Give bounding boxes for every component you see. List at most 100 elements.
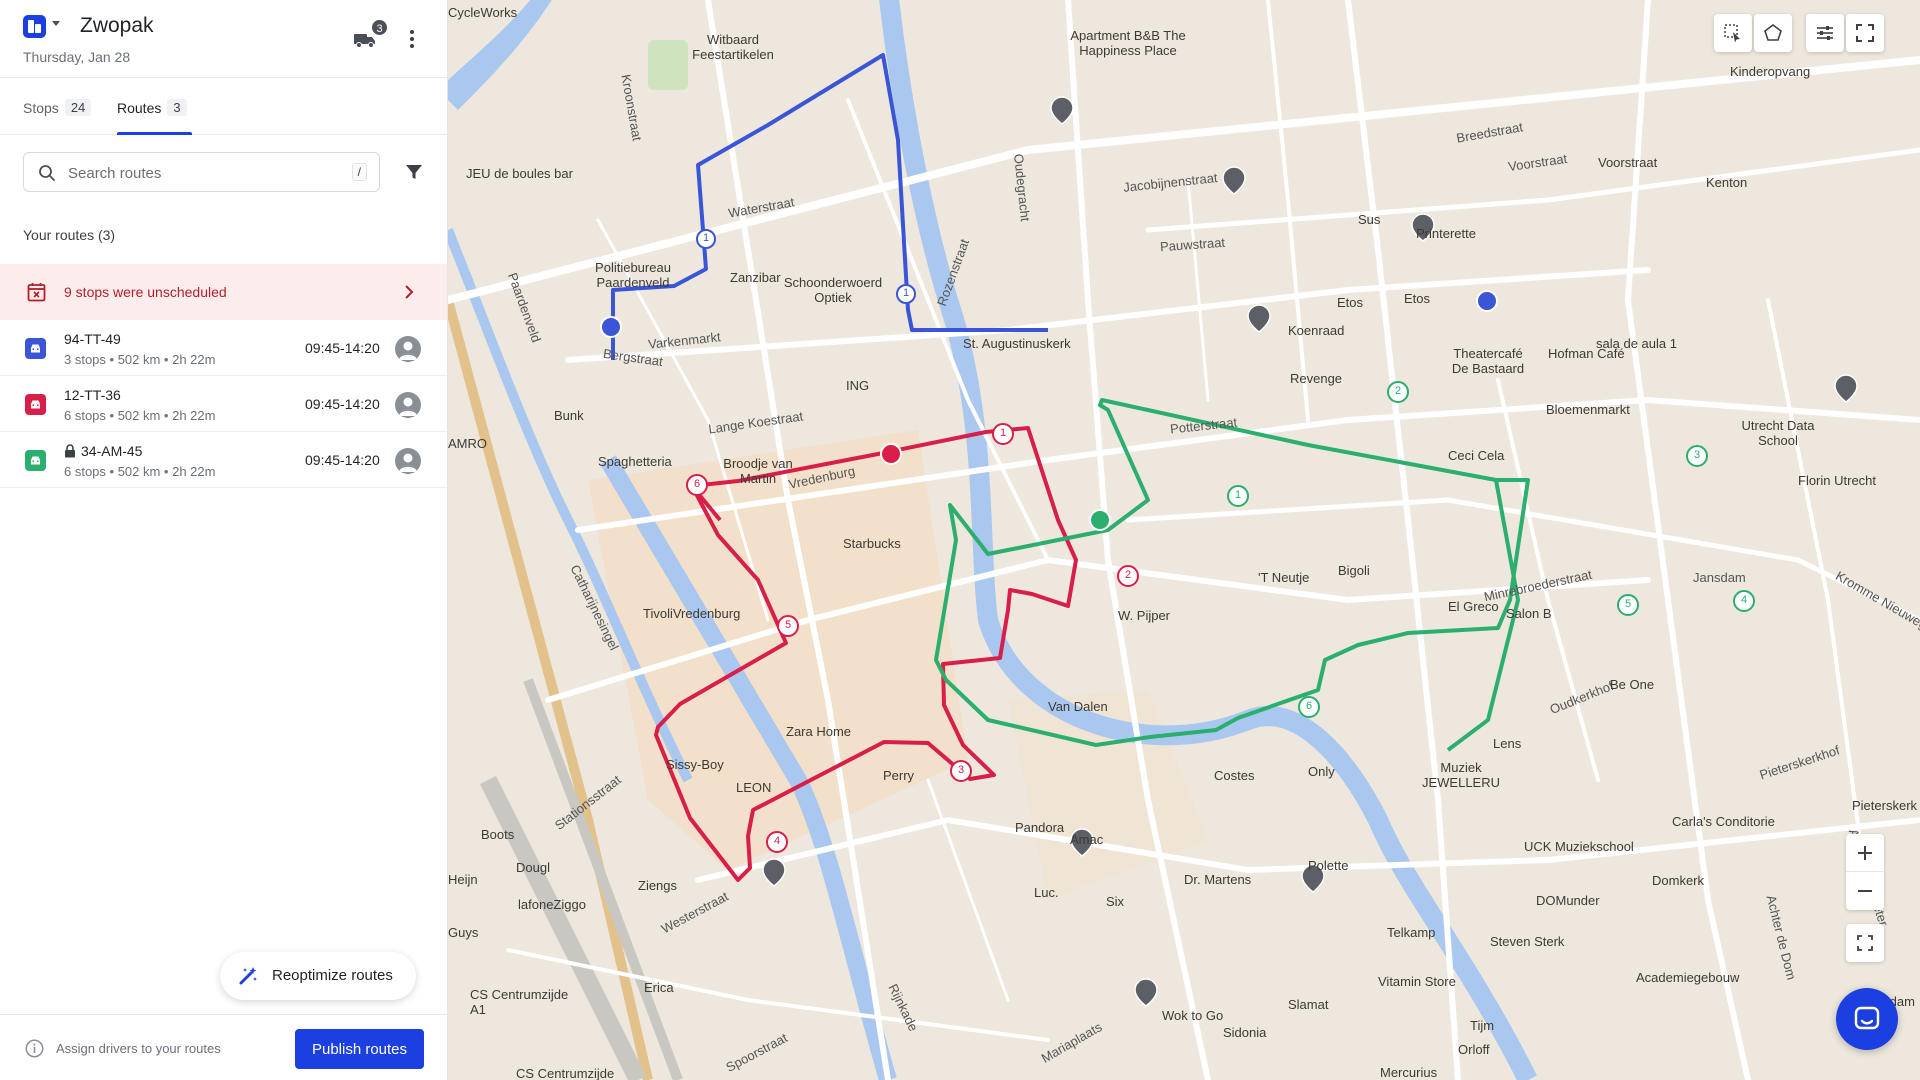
poi-label: Sus [1358,212,1381,227]
tab-stops[interactable]: Stops 24 [23,99,92,116]
green-stop-marker[interactable]: 5 [1617,594,1639,616]
route-meta: 3 stops • 502 km • 2h 22m [64,352,216,367]
route-row[interactable]: 94-TT-49 3 stops • 502 km • 2h 22m 09:45… [0,320,447,376]
route-time-window: 09:45-14:20 [305,396,380,412]
blue-stop-marker[interactable]: 1 [896,284,916,304]
unscheduled-alert[interactable]: 9 stops were unscheduled [0,264,447,320]
home-depot-icon[interactable] [880,443,902,465]
lock-icon [65,444,75,458]
poi-label: Vitamin Store [1378,974,1456,989]
green-stop-marker[interactable]: 6 [1298,696,1320,718]
driver-avatar[interactable] [395,336,421,362]
route-time-window: 09:45-14:20 [305,340,380,356]
blue-stop-marker[interactable]: 1 [696,229,716,249]
chevron-down-icon[interactable] [52,21,60,26]
route-color-chip [25,338,46,359]
poi-label: Dougl [516,860,550,875]
green-stop-marker[interactable]: 2 [1387,381,1409,403]
filter-icon[interactable] [404,162,424,182]
poi-label: CS Centrumzijde A1 [470,987,569,1017]
app-logo-icon[interactable] [23,15,46,38]
poi-label: Spaghetteria [598,454,672,469]
poi-label: JEU de boules bar [466,166,573,181]
poi-label: CS Centrumzijde [516,1066,615,1080]
settings-sliders-icon[interactable] [1806,14,1844,52]
fit-bounds-icon[interactable] [1846,924,1884,962]
red-stop-marker[interactable]: 4 [766,831,788,853]
zoom-controls [1846,834,1884,910]
poi-label: TivoliVredenburg [643,606,741,621]
home-depot-icon[interactable] [1089,509,1111,531]
assign-drivers-hint: Assign drivers to your routes [56,1041,221,1056]
search-icon [39,165,55,181]
poi-label: Ziengs [638,878,678,893]
tabs: Stops 24 Routes 3 [0,78,447,135]
red-stop-marker[interactable]: 3 [950,760,972,782]
route-color-chip [25,394,46,415]
route-time-window: 09:45-14:20 [305,452,380,468]
route-color-chip [25,450,46,471]
poi-label: Koenraad [1288,323,1345,338]
org-name: Zwopak [80,14,154,37]
poi-label: Utrecht Data School [1741,418,1815,448]
poi-label: Slamat [1288,997,1329,1012]
red-stop-marker[interactable]: 2 [1117,565,1139,587]
street-label: Jansdam [1693,570,1746,585]
red-stop-marker[interactable]: 6 [686,474,708,496]
route-name: 12-TT-36 [64,387,121,403]
search-input[interactable] [68,161,338,185]
poi-label: Etos [1337,295,1364,310]
fullscreen-icon[interactable] [1846,14,1884,52]
route-name: 34-AM-45 [64,443,142,459]
polygon-draw-icon[interactable] [1754,14,1792,52]
publish-routes-button[interactable]: Publish routes [295,1029,424,1069]
route-name-text: 34-AM-45 [81,443,143,459]
calendar-x-icon [27,283,46,302]
more-options-icon[interactable] [404,28,420,52]
search-box[interactable]: / [23,152,380,192]
tab-routes[interactable]: Routes 3 [117,99,187,116]
zoom-out-icon[interactable] [1846,872,1884,910]
reoptimize-routes-button[interactable]: Reoptimize routes [220,952,416,1000]
poi-label: Amac [1070,832,1104,847]
poi-label: Theatercafé De Bastaard [1451,346,1525,376]
poi-label: Academiegebouw [1636,970,1740,985]
red-stop-marker[interactable]: 5 [777,615,799,637]
poi-label: El Greco [1448,599,1499,614]
zoom-in-icon[interactable] [1846,834,1884,872]
driver-avatar[interactable] [395,448,421,474]
poi-label: Sissy-Boy [666,757,724,772]
red-stop-marker[interactable]: 1 [992,423,1014,445]
info-icon [25,1039,44,1058]
route-name-text: 94-TT-49 [64,331,121,347]
route-meta: 6 stops • 502 km • 2h 22m [64,408,216,423]
green-stop-marker[interactable]: 4 [1733,590,1755,612]
map-canvas[interactable]: 1 1 1 2 3 4 5 6 1 2 3 4 5 6 Waterstraat … [448,0,1920,1080]
poi-label: Orloff [1458,1042,1490,1057]
poi-label: Luc. [1034,885,1059,900]
person-icon [399,397,417,416]
poi-label: Lens [1493,736,1522,751]
footer: Assign drivers to your routes Publish ro… [0,1014,447,1080]
lasso-select-icon[interactable] [1714,14,1752,52]
poi-label: AMRO [448,436,487,451]
poi-label: Broodje van Martin [723,456,793,486]
poi-label: Politiebureau Paardenveld [595,260,671,290]
poi-label: Telkamp [1387,925,1436,940]
poi-label: Domkerk [1652,873,1705,888]
poi-label: DOMunder [1536,893,1600,908]
tab-label: Stops [23,99,59,116]
green-stop-marker[interactable]: 3 [1686,445,1708,467]
home-depot-icon[interactable] [600,316,622,338]
poi-label: Perry [883,768,915,783]
green-stop-marker[interactable]: 1 [1227,485,1249,507]
poi-label: Schoonderwoerd Optiek [783,275,883,305]
poi-label: Six [1106,894,1125,909]
flag-icon[interactable] [1476,290,1498,312]
route-name-text: 12-TT-36 [64,387,121,403]
route-row[interactable]: 34-AM-45 6 stops • 502 km • 2h 22m 09:45… [0,432,447,488]
route-row[interactable]: 12-TT-36 6 stops • 502 km • 2h 22m 09:45… [0,376,447,432]
driver-avatar[interactable] [395,392,421,418]
chat-support-icon[interactable] [1836,988,1898,1050]
magic-wand-icon [239,967,257,985]
